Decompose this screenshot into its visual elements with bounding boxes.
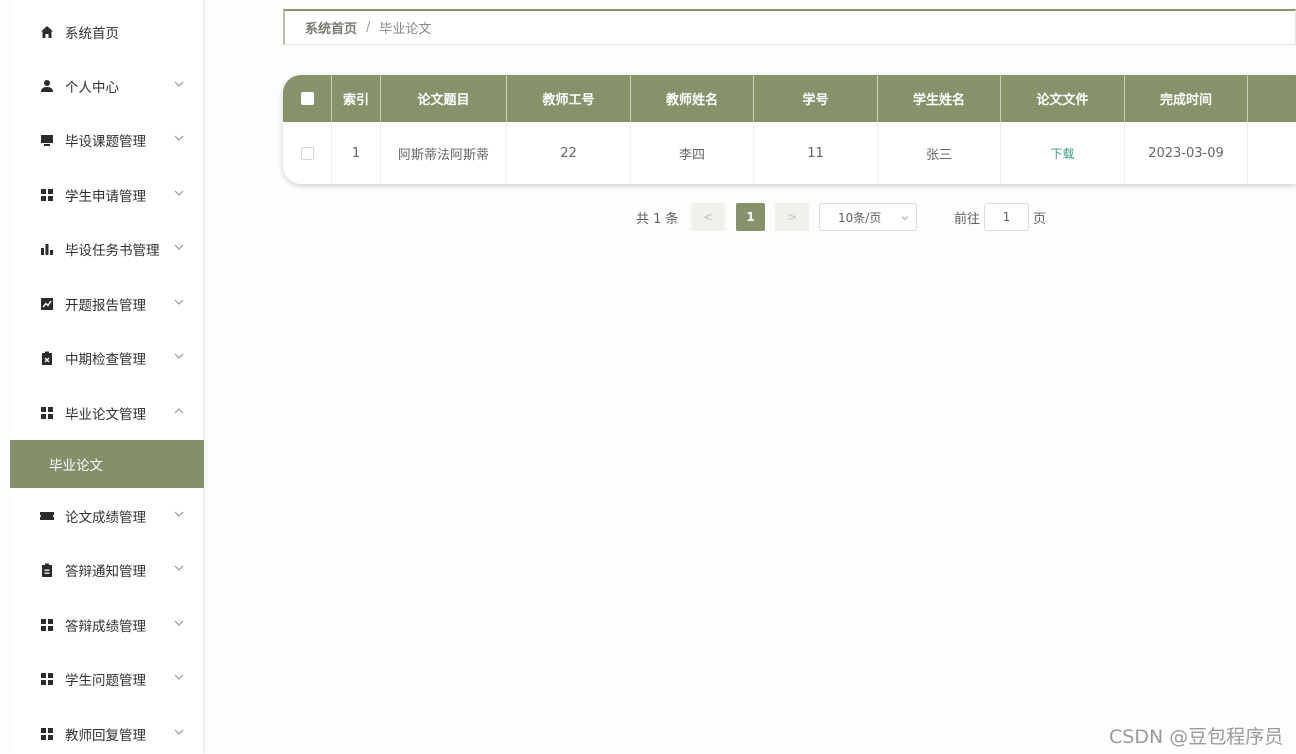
download-link[interactable]: 下载 <box>1050 145 1074 162</box>
cell-student-name: 张三 <box>878 122 1001 184</box>
row-select-cell <box>283 122 332 184</box>
sidebar-item-label: 开题报告管理 <box>65 298 146 314</box>
grid-icon <box>39 617 55 633</box>
sidebar-item-label: 毕设任务书管理 <box>65 243 160 259</box>
next-page-button[interactable]: > <box>775 203 809 231</box>
row-checkbox[interactable] <box>300 146 314 160</box>
chevron-up-icon <box>174 408 184 414</box>
sidebar-item-label: 毕设课题管理 <box>65 134 146 150</box>
breadcrumb-current: 毕业论文 <box>379 22 432 37</box>
goto-page-input[interactable] <box>984 203 1029 231</box>
data-table: 索引 论文题目 教师工号 教师姓名 学号 学生姓名 论文文件 完成时间 1 阿斯… <box>283 75 1296 184</box>
sidebar-item-student-question[interactable]: 学生问题管理 <box>10 652 204 706</box>
column-header-actions <box>1248 75 1296 122</box>
sidebar-item-defense-notice[interactable]: 答辩通知管理 <box>10 543 204 597</box>
sidebar-item-label: 答辩成绩管理 <box>65 619 146 635</box>
watermark-text: CSDN @豆包程序员 <box>1109 726 1284 748</box>
pagination-total: 共 1 条 <box>636 211 679 227</box>
chevron-down-icon <box>174 620 184 626</box>
breadcrumb: 系统首页 / 毕业论文 <box>283 9 1296 45</box>
cell-index: 1 <box>332 122 381 184</box>
grid-icon <box>39 671 55 687</box>
column-header-file: 论文文件 <box>1001 75 1125 122</box>
grid-icon <box>39 726 55 742</box>
clipboard-icon <box>39 562 55 578</box>
sidebar-item-label: 学生问题管理 <box>65 673 146 689</box>
column-header-date: 完成时间 <box>1125 75 1248 122</box>
column-header-index: 索引 <box>332 75 381 122</box>
sidebar-item-label: 教师回复管理 <box>65 728 146 744</box>
sidebar-item-label: 中期检查管理 <box>65 352 146 368</box>
chevron-down-icon <box>174 244 184 250</box>
goto-label: 前往 <box>954 211 981 227</box>
goto-suffix: 页 <box>1033 211 1047 227</box>
grid-icon <box>39 405 55 421</box>
sidebar-item-label: 毕业论文管理 <box>65 407 146 423</box>
sidebar: 系统首页 个人中心 毕设课题管理 学生申请管理 毕设任务书管理 开题报告管理 中… <box>10 0 204 754</box>
cell-student-no: 11 <box>754 122 878 184</box>
sidebar-item-proposal[interactable]: 开题报告管理 <box>10 277 204 331</box>
chevron-down-icon <box>174 299 184 305</box>
sidebar-item-label: 论文成绩管理 <box>65 510 146 526</box>
sidebar-subitem-thesis[interactable]: 毕业论文 <box>10 440 204 488</box>
sidebar-item-application[interactable]: 学生申请管理 <box>10 168 204 222</box>
breadcrumb-home-link[interactable]: 系统首页 <box>305 18 357 37</box>
column-header-teacher-no: 教师工号 <box>507 75 631 122</box>
chevron-down-icon <box>174 729 184 735</box>
sidebar-item-midterm[interactable]: 中期检查管理 <box>10 331 204 385</box>
chevron-down-icon <box>174 135 184 141</box>
sidebar-item-label: 答辩通知管理 <box>65 564 146 580</box>
prev-page-button[interactable]: < <box>691 203 725 231</box>
sidebar-item-thesis-score[interactable]: 论文成绩管理 <box>10 489 204 543</box>
sidebar-item-home[interactable]: 系统首页 <box>10 5 204 59</box>
home-icon <box>39 24 55 40</box>
cell-date: 2023-03-09 <box>1125 122 1248 184</box>
chevron-down-icon <box>174 511 184 517</box>
chevron-down-icon <box>174 190 184 196</box>
sidebar-item-label: 系统首页 <box>65 26 119 42</box>
page-size-value: 10条/页 <box>838 210 882 225</box>
page-1-button[interactable]: 1 <box>736 203 765 231</box>
chevron-down-icon <box>174 674 184 680</box>
ticket-icon <box>39 508 55 524</box>
sidebar-item-label: 学生申请管理 <box>65 189 146 205</box>
page-size-select[interactable]: 10条/页 <box>819 203 917 231</box>
sidebar-item-label: 个人中心 <box>65 80 119 96</box>
select-all-checkbox[interactable] <box>300 92 314 105</box>
column-header-student-name: 学生姓名 <box>878 75 1001 122</box>
select-all-cell <box>283 75 332 122</box>
sidebar-item-task[interactable]: 毕设任务书管理 <box>10 222 204 276</box>
cell-file: 下载 <box>1001 122 1125 184</box>
grid-icon <box>39 187 55 203</box>
user-icon <box>39 78 55 94</box>
cell-title: 阿斯蒂法阿斯蒂 <box>381 122 507 184</box>
sidebar-subitem-label: 毕业论文 <box>49 458 103 474</box>
line-chart-icon <box>39 296 55 312</box>
cell-teacher-name: 李四 <box>631 122 754 184</box>
chevron-down-icon <box>174 81 184 87</box>
table-header: 索引 论文题目 教师工号 教师姓名 学号 学生姓名 论文文件 完成时间 <box>283 75 1296 122</box>
sidebar-item-profile[interactable]: 个人中心 <box>10 59 204 113</box>
column-header-title: 论文题目 <box>381 75 507 122</box>
cell-actions <box>1248 122 1296 184</box>
chevron-down-icon <box>901 216 909 221</box>
sidebar-item-thesis[interactable]: 毕业论文管理 <box>10 386 204 440</box>
table-row[interactable]: 1 阿斯蒂法阿斯蒂 22 李四 11 张三 下载 2023-03-09 <box>283 122 1296 184</box>
chevron-down-icon <box>174 565 184 571</box>
column-header-student-no: 学号 <box>754 75 878 122</box>
sidebar-item-teacher-reply[interactable]: 教师回复管理 <box>10 707 204 754</box>
chevron-down-icon <box>174 353 184 359</box>
clipboard-x-icon <box>39 350 55 366</box>
breadcrumb-separator: / <box>366 20 371 35</box>
sidebar-item-defense-score[interactable]: 答辩成绩管理 <box>10 598 204 652</box>
column-header-teacher-name: 教师姓名 <box>631 75 754 122</box>
sidebar-item-topic[interactable]: 毕设课题管理 <box>10 113 204 167</box>
bar-chart-icon <box>39 241 55 257</box>
monitor-icon <box>39 132 55 148</box>
cell-teacher-no: 22 <box>507 122 631 184</box>
